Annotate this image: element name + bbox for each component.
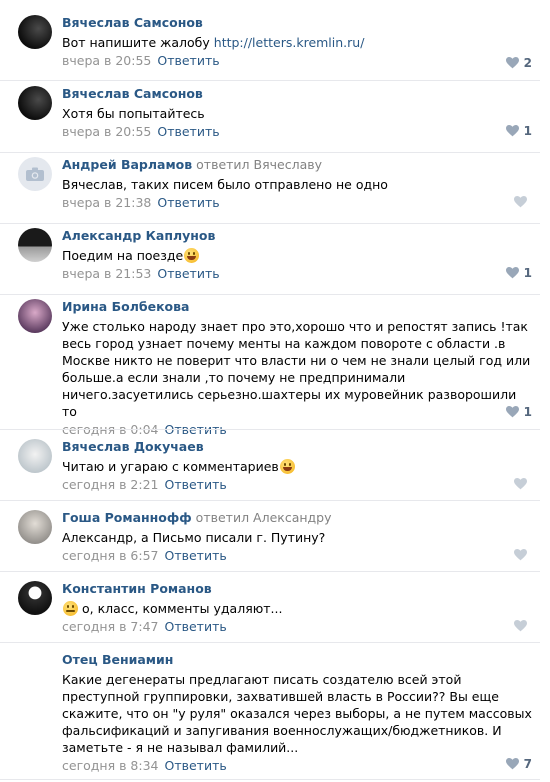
- heart-icon: [505, 406, 519, 418]
- comment-text: Уже столько народу знает про это,хорошо …: [62, 319, 531, 419]
- author-name[interactable]: Андрей Варламов: [62, 157, 192, 172]
- avatar[interactable]: [18, 15, 52, 49]
- separator: [0, 80, 540, 81]
- heart-icon: [514, 620, 527, 632]
- like-button[interactable]: 2: [505, 55, 532, 71]
- comment: Вячеслав Самсонов Вот напишите жалобу ht…: [0, 15, 550, 81]
- comment-text: Поедим на поезде: [62, 247, 532, 264]
- avatar[interactable]: [18, 299, 52, 333]
- like-count: 1: [523, 124, 532, 138]
- heart-icon: [505, 758, 519, 770]
- reply-button[interactable]: Ответить: [157, 266, 219, 281]
- like-button[interactable]: 1: [505, 265, 532, 281]
- separator: [0, 223, 540, 224]
- comment-text: Вот напишите жалобу http://letters.kreml…: [62, 35, 365, 50]
- comment: Андрей Варламов ответил Вячеславу Вячесл…: [0, 157, 550, 224]
- author-name[interactable]: Ирина Болбекова: [62, 299, 189, 314]
- avatar[interactable]: [18, 439, 52, 473]
- separator: [0, 642, 540, 643]
- heart-icon: [505, 57, 519, 69]
- like-button[interactable]: [514, 194, 532, 210]
- like-button[interactable]: 7: [505, 756, 532, 772]
- comment-text: Вячеслав, таких писем было отправлено не…: [62, 177, 388, 192]
- reply-to-name[interactable]: Вячеславу: [254, 157, 322, 172]
- avatar[interactable]: [18, 86, 52, 120]
- comment: Вячеслав Докучаев Читаю и угараю с комме…: [0, 439, 550, 501]
- camera-icon: [26, 167, 44, 181]
- like-count: 1: [523, 266, 532, 280]
- reply-button[interactable]: Ответить: [165, 477, 227, 492]
- avatar[interactable]: [18, 510, 52, 544]
- reply-button[interactable]: Ответить: [165, 758, 227, 773]
- reply-button[interactable]: Ответить: [165, 619, 227, 634]
- heart-icon: [505, 125, 519, 137]
- comment-text: Хотя бы попытайтесь: [62, 106, 205, 121]
- reply-button[interactable]: Ответить: [165, 548, 227, 563]
- comment: Вячеслав Самсонов Хотя бы попытайтесь вч…: [0, 86, 550, 153]
- heart-icon: [514, 549, 527, 561]
- like-count: 7: [523, 757, 532, 771]
- grinning-emoji-icon: [184, 248, 200, 263]
- like-count: 2: [523, 56, 532, 70]
- author-name[interactable]: Гоша Романнофф: [62, 510, 192, 525]
- author-name[interactable]: Отец Вениамин: [62, 652, 173, 667]
- comment: Константин Романов о, класс, комменты уд…: [0, 581, 550, 643]
- separator: [0, 571, 540, 572]
- separator: [0, 294, 540, 295]
- like-button[interactable]: 1: [505, 123, 532, 139]
- reply-button[interactable]: Ответить: [157, 124, 219, 139]
- comment-time[interactable]: сегодня в 6:57: [62, 548, 159, 563]
- avatar[interactable]: [18, 228, 52, 262]
- like-button[interactable]: [514, 618, 532, 634]
- reply-button[interactable]: Ответить: [157, 195, 219, 210]
- like-button[interactable]: 1: [505, 404, 532, 420]
- comment-time[interactable]: сегодня в 2:21: [62, 477, 159, 492]
- separator: [0, 500, 540, 501]
- comment-time[interactable]: сегодня в 8:34: [62, 758, 159, 773]
- reply-button[interactable]: Ответить: [157, 53, 219, 68]
- comment-text: Какие дегенераты предлагают писать созда…: [62, 672, 532, 755]
- like-button[interactable]: [514, 547, 532, 563]
- comment-time[interactable]: сегодня в 7:47: [62, 619, 159, 634]
- comments-feed: Вячеслав Самсонов Вот напишите жалобу ht…: [0, 0, 550, 782]
- separator: [0, 429, 540, 430]
- heart-icon: [514, 196, 527, 208]
- like-button[interactable]: [514, 476, 532, 492]
- author-name[interactable]: Вячеслав Самсонов: [62, 15, 203, 30]
- comment: Александр Каплунов Поедим на поезде вчер…: [0, 228, 550, 295]
- separator: [0, 152, 540, 153]
- comment: Гоша Романнофф ответил Александру Алекса…: [0, 510, 550, 572]
- separator: [0, 779, 540, 780]
- grinning-emoji-icon: [279, 459, 295, 474]
- comment-time[interactable]: вчера в 21:38: [62, 195, 151, 210]
- comment-time[interactable]: вчера в 21:53: [62, 266, 151, 281]
- comment: Ирина Болбекова Уже столько народу знает…: [0, 299, 550, 437]
- camera-placeholder-avatar[interactable]: [18, 157, 52, 191]
- avatar[interactable]: [18, 581, 52, 615]
- author-name[interactable]: Вячеслав Самсонов: [62, 86, 203, 101]
- like-count: 1: [523, 405, 532, 419]
- heart-icon: [514, 478, 527, 490]
- comment-text: о, класс, комменты удаляют...: [62, 600, 532, 617]
- reply-to-label: ответил: [196, 157, 250, 172]
- comment-time[interactable]: вчера в 20:55: [62, 124, 151, 139]
- reply-to-name[interactable]: Александру: [253, 510, 331, 525]
- author-name[interactable]: Константин Романов: [62, 581, 212, 596]
- heart-icon: [505, 267, 519, 279]
- smirk-emoji-icon: [63, 601, 78, 616]
- comment-text: Читаю и угараю с комментариев: [62, 458, 532, 475]
- comment: Отец Вениамин Какие дегенераты предлагаю…: [0, 652, 550, 780]
- author-name[interactable]: Вячеслав Докучаев: [62, 439, 204, 454]
- comment-text: Александр, а Письмо писали г. Путину?: [62, 530, 326, 545]
- comment-time[interactable]: вчера в 20:55: [62, 53, 151, 68]
- author-name[interactable]: Александр Каплунов: [62, 228, 215, 243]
- reply-to-label: ответил: [195, 510, 250, 525]
- comment-link[interactable]: http://letters.kremlin.ru/: [214, 35, 365, 50]
